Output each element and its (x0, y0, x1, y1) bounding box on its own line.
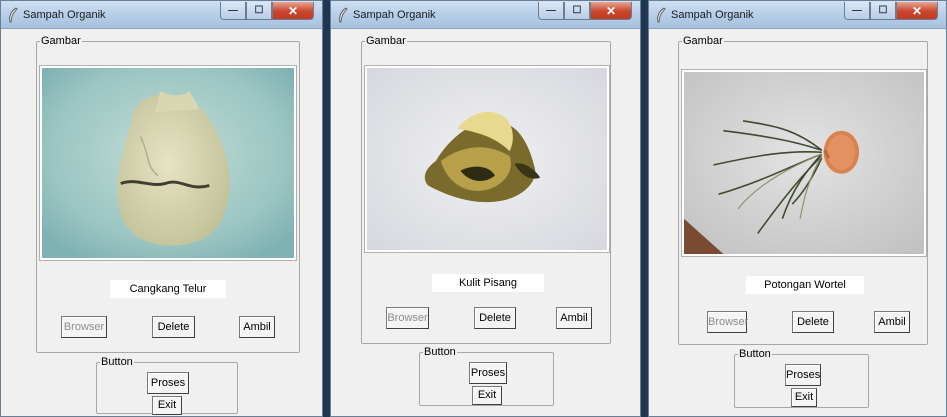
minimize-button[interactable]: — (844, 2, 870, 20)
carrot-photo (684, 72, 924, 254)
browser-button[interactable]: Browser (707, 311, 748, 333)
proses-button[interactable]: Proses (785, 364, 821, 386)
close-button[interactable]: ✕ (896, 2, 938, 20)
feather-icon (339, 7, 348, 23)
image-preview (681, 69, 927, 257)
desktop: Sampah Organik — ☐ ✕ Gambar Cangkang Tel… (0, 0, 947, 417)
gambar-legend: Gambar (682, 34, 724, 48)
app-window-banana-peel[interactable]: Sampah Organik — ☐ ✕ Gambar Kulit Pisang… (330, 0, 641, 417)
window-controls: — ☐ ✕ (844, 2, 938, 20)
delete-button[interactable]: Delete (152, 316, 195, 338)
gambar-frame: Gambar (678, 34, 928, 345)
feather-icon (657, 7, 666, 23)
feather-icon (9, 7, 18, 23)
window-title: Sampah Organik (23, 9, 106, 21)
button-frame: Button Proses Exit (734, 347, 869, 408)
exit-button[interactable]: Exit (152, 396, 182, 415)
title-bar[interactable]: Sampah Organik — ☐ ✕ (649, 1, 946, 29)
button-frame: Button Proses Exit (419, 345, 554, 406)
egg-shell-photo (42, 68, 294, 258)
gambar-legend: Gambar (365, 34, 407, 48)
minimize-button[interactable]: — (538, 2, 564, 20)
exit-button[interactable]: Exit (791, 388, 817, 407)
app-window-carrot[interactable]: Sampah Organik — ☐ ✕ Gambar Potongan Wor… (648, 0, 947, 417)
gambar-frame: Gambar (36, 34, 300, 353)
browser-button[interactable]: Browser (61, 316, 107, 338)
result-label: Potongan Wortel (746, 276, 864, 294)
delete-button[interactable]: Delete (792, 311, 834, 333)
ambil-button[interactable]: Ambil (239, 316, 275, 338)
button-legend: Button (423, 345, 457, 359)
close-button[interactable]: ✕ (590, 2, 632, 20)
app-window-egg-shell[interactable]: Sampah Organik — ☐ ✕ Gambar Cangkang Tel… (0, 0, 323, 417)
close-button[interactable]: ✕ (272, 2, 314, 20)
window-title: Sampah Organik (671, 9, 754, 21)
button-legend: Button (100, 355, 134, 369)
ambil-button[interactable]: Ambil (874, 311, 910, 333)
maximize-button[interactable]: ☐ (246, 2, 272, 20)
gambar-legend: Gambar (40, 34, 82, 48)
window-controls: — ☐ ✕ (538, 2, 632, 20)
maximize-button[interactable]: ☐ (564, 2, 590, 20)
image-preview (39, 65, 297, 261)
result-label: Cangkang Telur (110, 280, 226, 298)
banana-peel-photo (367, 68, 607, 250)
window-controls: — ☐ ✕ (220, 2, 314, 20)
desktop-gap (322, 0, 330, 417)
result-label: Kulit Pisang (432, 274, 544, 292)
proses-button[interactable]: Proses (469, 362, 507, 384)
image-preview (364, 65, 610, 253)
button-frame: Button Proses Exit (96, 355, 238, 415)
browser-button[interactable]: Browser (386, 307, 429, 329)
desktop-gap (640, 0, 648, 417)
window-title: Sampah Organik (353, 9, 436, 21)
ambil-button[interactable]: Ambil (556, 307, 592, 329)
proses-button[interactable]: Proses (147, 372, 189, 394)
minimize-button[interactable]: — (220, 2, 246, 20)
gambar-frame: Gambar Kulit Pisang Browser Delete Ambil (361, 34, 611, 344)
delete-button[interactable]: Delete (474, 307, 516, 329)
title-bar[interactable]: Sampah Organik — ☐ ✕ (1, 1, 322, 29)
button-legend: Button (738, 347, 772, 361)
exit-button[interactable]: Exit (472, 386, 502, 405)
maximize-button[interactable]: ☐ (870, 2, 896, 20)
title-bar[interactable]: Sampah Organik — ☐ ✕ (331, 1, 640, 29)
